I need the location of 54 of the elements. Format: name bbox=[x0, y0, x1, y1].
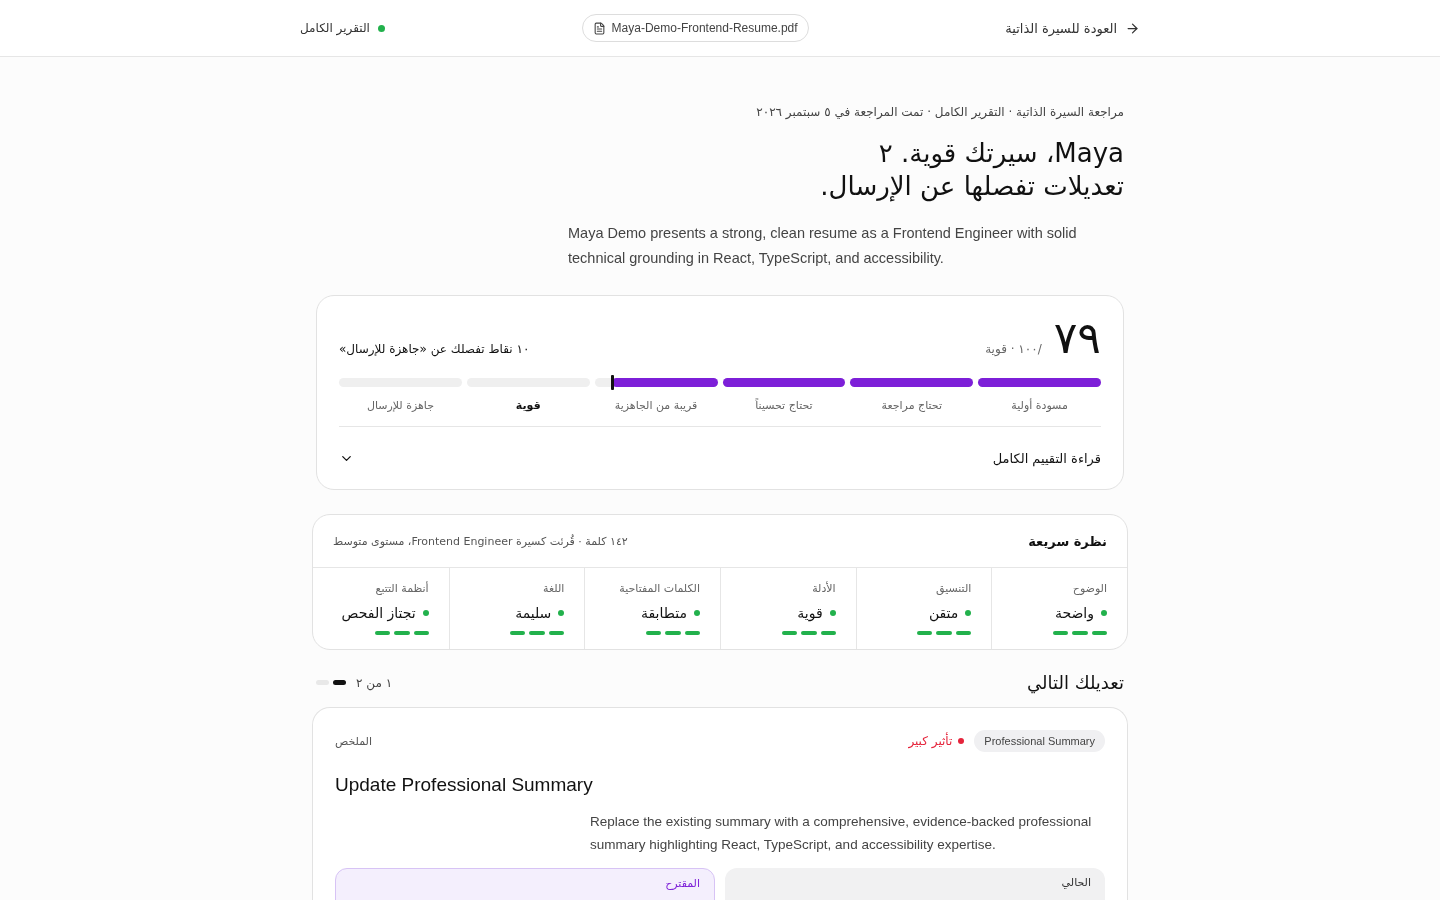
status-dot bbox=[694, 610, 700, 616]
status-dot bbox=[422, 610, 429, 616]
status-dot bbox=[829, 610, 836, 616]
panel-label: المقترح bbox=[665, 877, 700, 890]
metric-value: واضحة bbox=[1054, 605, 1094, 621]
edit-description: Replace the existing summary with a comprehensive, evidence-backed professional summary highlighting React, TypeScript, and accessibility expertise. bbox=[590, 813, 1093, 854]
section-title: تعديلك التالي bbox=[1027, 672, 1124, 693]
report-status: التقرير الكامل bbox=[300, 21, 385, 35]
category-label: الملخص bbox=[335, 734, 372, 748]
metric-value: متقن bbox=[928, 605, 959, 621]
stage-label: قوية bbox=[515, 399, 541, 412]
file-chip: Maya-Demo-Frontend-Resume.pdf bbox=[581, 14, 809, 42]
rating-dashes-icon bbox=[781, 631, 836, 635]
metric-label: التنسيق bbox=[936, 582, 972, 595]
breadcrumb: مراجعة السيرة الذاتية · التقرير الكامل · تمت المراجعة في ٥ سبتمبر ٢٠٢٦ bbox=[755, 105, 1124, 119]
full-review-toggle[interactable]: قراءة التقييم الكامل bbox=[339, 426, 1101, 489]
metric-label: الكلمات المفتاحية bbox=[619, 582, 700, 595]
rating-dashes-icon bbox=[510, 631, 565, 635]
stage-label: جاهزة للإرسال bbox=[366, 399, 434, 412]
metric-label: الوضوح bbox=[1072, 582, 1107, 595]
back-link[interactable]: العودة للسيرة الذاتية bbox=[1005, 20, 1140, 36]
pager-count: ١ من ٢ bbox=[356, 675, 393, 690]
quick-view-meta: ١٤٢ كلمة · قُرئت كسيرة Frontend Engineer، مستوى متوسط bbox=[333, 534, 628, 548]
impact-label: تأثير كبير bbox=[908, 734, 953, 748]
quick-view-title: نظرة سريعة bbox=[1028, 533, 1107, 549]
document-icon bbox=[592, 21, 606, 35]
panel-label: الحالي bbox=[1061, 876, 1091, 889]
section-tag: Professional Summary bbox=[974, 730, 1105, 752]
metric-label: الأدلة bbox=[812, 582, 836, 595]
metric-value: قوية bbox=[797, 605, 823, 621]
score-value: ٧٩ bbox=[1053, 314, 1101, 362]
edit-title: Update Professional Summary bbox=[335, 774, 594, 796]
score-scale: /١٠٠ · قوية bbox=[985, 342, 1042, 356]
status-dot bbox=[558, 610, 565, 616]
status-dot bbox=[965, 610, 972, 616]
gap-note: ١٠ نقاط تفصلك عن «جاهزة للإرسال» bbox=[339, 342, 530, 356]
headline: Maya، سيرتك قوية. ٢ bbox=[878, 137, 1124, 170]
metric-label: أنظمة التتبع bbox=[375, 582, 429, 595]
stage-label: قريبة من الجاهزية bbox=[614, 399, 698, 412]
rating-dashes-icon bbox=[1053, 631, 1107, 635]
metric-value: تجتاز الفحص bbox=[341, 605, 416, 621]
rating-dashes-icon bbox=[646, 631, 700, 635]
rating-dashes-icon bbox=[374, 631, 429, 635]
score-marker bbox=[610, 375, 614, 390]
headline: تعديلات تفصلها عن الإرسال. bbox=[820, 170, 1124, 203]
metric-value: سليمة bbox=[515, 605, 552, 621]
stage-label: مسودة أولية bbox=[1011, 399, 1068, 412]
stage-label: تحتاج مراجعة bbox=[881, 399, 942, 412]
status-dot bbox=[1101, 610, 1107, 616]
metric-label: اللغة bbox=[543, 582, 565, 595]
rating-dashes-icon bbox=[917, 631, 972, 635]
intro-text: Maya Demo presents a strong, clean resume as a Frontend Engineer with solid technical grounding in React, TypeScript, and accessibility. bbox=[568, 224, 1078, 268]
metric-value: متطابقة bbox=[641, 605, 687, 621]
stage-label: تحتاج تحسيناً bbox=[755, 399, 813, 412]
